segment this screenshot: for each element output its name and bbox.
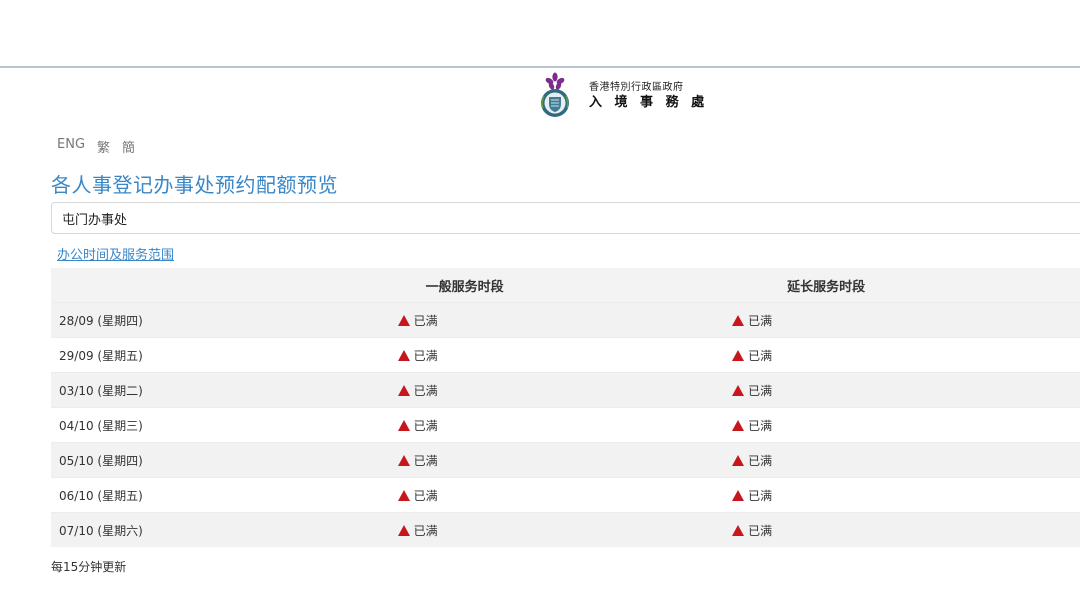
- row-date: 07/10 (星期六): [51, 512, 398, 547]
- extended-session-status-cell: 已满: [732, 302, 1080, 338]
- extended-session-status-text: 已满: [748, 453, 773, 468]
- row-date: 05/10 (星期四): [51, 442, 398, 478]
- extended-session-status-text: 已满: [748, 313, 773, 328]
- red-warning-triangle-icon: [732, 314, 745, 326]
- general-session-status-cell: 已满: [397, 372, 733, 408]
- extended-session-status: 已满: [732, 522, 772, 539]
- general-session-status-text: 已满: [413, 418, 438, 433]
- lang-english-link[interactable]: ENG: [57, 137, 85, 156]
- red-warning-triangle-icon: [397, 524, 410, 536]
- table-row: 03/10 (星期二) 已满 已满: [51, 372, 1080, 408]
- extended-session-status: 已满: [732, 487, 772, 504]
- lang-simplified-link[interactable]: 簡: [122, 137, 135, 156]
- red-warning-triangle-icon: [732, 524, 745, 536]
- red-warning-triangle-icon: [397, 384, 410, 396]
- table-row: 06/10 (星期五) 已满 已满: [51, 477, 1080, 513]
- extended-session-status-cell: 已满: [732, 407, 1080, 443]
- general-session-status: 已满: [397, 382, 438, 399]
- table-header-row: 一般服务时段 延长服务时段: [51, 268, 1080, 303]
- row-date: 06/10 (星期五): [51, 477, 398, 513]
- general-session-status-cell: 已满: [397, 442, 733, 478]
- header-date: [51, 268, 398, 303]
- row-date: 28/09 (星期四): [51, 302, 398, 338]
- row-date: 04/10 (星期三): [51, 407, 398, 443]
- office-hours-link[interactable]: 办公时间及服务范围: [57, 244, 174, 263]
- red-warning-triangle-icon: [732, 349, 745, 361]
- language-switcher: ENG 繁 簡: [57, 137, 135, 156]
- red-warning-triangle-icon: [397, 454, 410, 466]
- red-warning-triangle-icon: [397, 419, 410, 431]
- red-warning-triangle-icon: [732, 384, 745, 396]
- red-warning-triangle-icon: [397, 314, 410, 326]
- extended-session-status-cell: 已满: [732, 477, 1080, 513]
- general-session-status-cell: 已满: [397, 512, 733, 547]
- header-general-session: 一般服务时段: [397, 268, 733, 303]
- general-session-status-text: 已满: [413, 523, 438, 538]
- general-session-status-text: 已满: [413, 453, 438, 468]
- general-session-status-text: 已满: [413, 313, 438, 328]
- general-session-status-cell: 已满: [397, 477, 733, 513]
- table-row: 04/10 (星期三) 已满 已满: [51, 407, 1080, 443]
- red-warning-triangle-icon: [732, 419, 745, 431]
- lang-traditional-link[interactable]: 繁: [97, 137, 110, 156]
- red-warning-triangle-icon: [732, 454, 745, 466]
- extended-session-status-text: 已满: [748, 348, 773, 363]
- government-name: 香港特別行政區政府: [589, 81, 684, 93]
- page-header: 香港特別行政區政府 入 境 事 務 處: [0, 68, 1080, 128]
- general-session-status: 已满: [397, 487, 438, 504]
- extended-session-status: 已满: [732, 417, 772, 434]
- general-session-status: 已满: [397, 312, 438, 329]
- general-session-status-text: 已满: [413, 488, 438, 503]
- general-session-status-cell: 已满: [397, 302, 733, 338]
- table-row: 07/10 (星期六) 已满 已满: [51, 512, 1080, 547]
- general-session-status-cell: 已满: [397, 337, 733, 373]
- extended-session-status-cell: 已满: [732, 337, 1080, 373]
- immigration-department-emblem-icon: [541, 72, 569, 117]
- row-date: 03/10 (星期二): [51, 372, 398, 408]
- header-extended-session: 延长服务时段: [732, 268, 1080, 303]
- red-warning-triangle-icon: [397, 489, 410, 501]
- red-warning-triangle-icon: [397, 349, 410, 361]
- red-warning-triangle-icon: [732, 489, 745, 501]
- general-session-status-cell: 已满: [397, 407, 733, 443]
- table-row: 28/09 (星期四) 已满 已满: [51, 302, 1080, 338]
- general-session-status-text: 已满: [413, 383, 438, 398]
- extended-session-status-cell: 已满: [732, 442, 1080, 478]
- general-session-status: 已满: [397, 452, 438, 469]
- extended-session-status-cell: 已满: [732, 372, 1080, 408]
- department-name: 入 境 事 務 處: [589, 94, 709, 110]
- department-logo[interactable]: 香港特別行政區政府 入 境 事 務 處: [535, 72, 708, 120]
- general-session-status: 已满: [397, 417, 438, 434]
- browser-top-bar: [0, 0, 1080, 68]
- extended-session-status: 已满: [732, 347, 772, 364]
- extended-session-status: 已满: [732, 452, 772, 469]
- table-row: 29/09 (星期五) 已满 已满: [51, 337, 1080, 373]
- extended-session-status-text: 已满: [748, 523, 773, 538]
- office-select[interactable]: 屯门办事处: [51, 202, 1080, 234]
- update-frequency-note: 每15分钟更新: [51, 560, 127, 574]
- row-date: 29/09 (星期五): [51, 337, 398, 373]
- general-session-status: 已满: [397, 522, 438, 539]
- extended-session-status: 已满: [732, 312, 772, 329]
- table-row: 05/10 (星期四) 已满 已满: [51, 442, 1080, 478]
- extended-session-status: 已满: [732, 382, 772, 399]
- extended-session-status-text: 已满: [748, 418, 773, 433]
- quota-table: 一般服务时段 延长服务时段 28/09 (星期四) 已满 已满 29/09 (星期五)…: [51, 268, 1080, 547]
- extended-session-status-text: 已满: [748, 383, 773, 398]
- general-session-status: 已满: [397, 347, 438, 364]
- general-session-status-text: 已满: [413, 348, 438, 363]
- page-title: 各人事登记办事处预约配额预览: [51, 173, 338, 197]
- extended-session-status-cell: 已满: [732, 512, 1080, 547]
- extended-session-status-text: 已满: [748, 488, 773, 503]
